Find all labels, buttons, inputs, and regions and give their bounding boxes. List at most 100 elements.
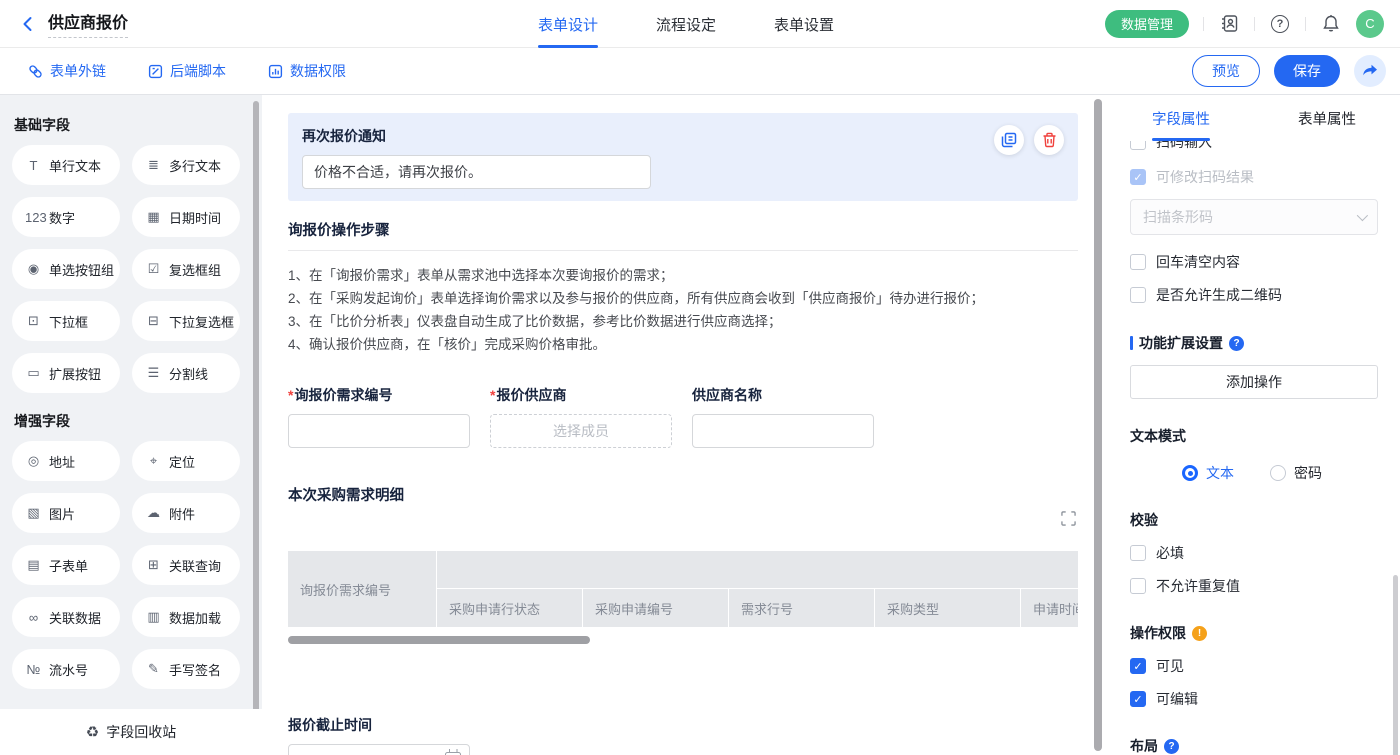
- table-horizontal-scrollbar[interactable]: [288, 636, 590, 644]
- deadline-field[interactable]: 报价截止时间: [288, 715, 1078, 755]
- tab-form-properties[interactable]: 表单属性: [1254, 95, 1400, 141]
- serial-number-icon[interactable]: № 流水号: [12, 649, 120, 689]
- selected-field-notice[interactable]: 再次报价通知: [288, 113, 1078, 201]
- data-manage-button[interactable]: 数据管理: [1105, 10, 1189, 38]
- signature-icon[interactable]: ✎ 手写签名: [132, 649, 240, 689]
- assoc-data-icon[interactable]: ∞ 关联数据: [12, 597, 120, 637]
- clear-on-enter-checkbox[interactable]: 回车清空内容: [1130, 252, 1378, 272]
- help-icon[interactable]: ?: [1229, 336, 1244, 351]
- checkbox-checked-icon: [1130, 658, 1146, 674]
- single-line-text-icon[interactable]: T 单行文本: [12, 145, 120, 185]
- tab-form-design[interactable]: 表单设计: [538, 0, 598, 48]
- validation-title: 校验: [1130, 510, 1378, 530]
- image-icon[interactable]: ▧ 图片: [12, 493, 120, 533]
- validation-checkbox[interactable]: 必填: [1130, 543, 1378, 563]
- form-title-editable[interactable]: 供应商报价: [48, 9, 128, 38]
- field-inquiry-no[interactable]: *询报价需求编号: [288, 385, 470, 448]
- radio-group-icon[interactable]: ◉ 单选按钮组: [12, 249, 120, 289]
- field-supplier-name[interactable]: 供应商名称: [692, 385, 874, 448]
- inquiry-no-input[interactable]: [288, 414, 470, 448]
- table-group-header: [437, 551, 1078, 588]
- top-header: 供应商报价 表单设计 流程设定 表单设置 数据管理 ?: [0, 0, 1400, 48]
- table-column-header: 采购申请行状态: [437, 589, 582, 627]
- tab-form-setting[interactable]: 表单设置: [774, 0, 834, 48]
- field-quote-supplier[interactable]: *报价供应商: [490, 385, 672, 448]
- detail-table: 询报价需求编号 采购申请行状态采购申请编号需求行号采购类型申请时间: [288, 551, 1078, 627]
- data-load-icon[interactable]: ▥ 数据加载: [132, 597, 240, 637]
- back-icon[interactable]: [18, 14, 38, 34]
- assoc-query-icon[interactable]: ⊞ 关联查询: [132, 545, 240, 585]
- table-column-header: 需求行号: [729, 589, 874, 627]
- field-label: 再次报价通知: [302, 126, 1064, 146]
- permission-checkbox[interactable]: 可编辑: [1130, 689, 1378, 709]
- supplier-name-input[interactable]: [692, 414, 874, 448]
- backend-script-link[interactable]: 后端脚本: [148, 61, 226, 81]
- extend-button-icon[interactable]: ▭ 扩展按钮: [12, 353, 120, 393]
- divider-icon[interactable]: ☰ 分割线: [132, 353, 240, 393]
- ext-settings-title: 功能扩展设置: [1139, 333, 1223, 353]
- avatar[interactable]: C: [1356, 10, 1384, 38]
- canvas-scrollbar[interactable]: [1094, 99, 1102, 751]
- delete-field-button[interactable]: [1034, 125, 1064, 155]
- multi-dropdown-icon[interactable]: ⊟ 下拉复选框: [132, 301, 240, 341]
- header-tabs: 表单设计 流程设定 表单设置: [538, 0, 834, 48]
- expand-fullscreen-icon[interactable]: [1061, 511, 1076, 526]
- help-icon[interactable]: ?: [1164, 739, 1179, 754]
- copy-field-button[interactable]: [994, 125, 1024, 155]
- table-column-header: 申请时间: [1021, 589, 1078, 627]
- checkbox-group-icon[interactable]: ☑ 复选框组: [132, 249, 240, 289]
- locate-icon[interactable]: ⌖ 定位: [132, 441, 240, 481]
- form-canvas: 再次报价通知: [262, 95, 1108, 755]
- address-icon[interactable]: ◎ 地址: [12, 441, 120, 481]
- attachment-icon[interactable]: ☁ 附件: [132, 493, 240, 533]
- scan-input-checkbox[interactable]: 扫码输入: [1130, 141, 1378, 152]
- required-asterisk: *: [490, 387, 495, 403]
- radio-password[interactable]: 密码: [1270, 463, 1322, 483]
- steps-list: 1、在「询报价需求」表单从需求池中选择本次要询报价的需求；2、在「采购发起询价」…: [288, 264, 1078, 356]
- clipped-option-row: 扫码输入: [1130, 141, 1378, 154]
- copy-icon: [1001, 132, 1017, 148]
- radio-icon: [1270, 465, 1286, 481]
- notification-bell-icon[interactable]: [1320, 13, 1342, 35]
- deadline-date-input[interactable]: [288, 744, 470, 755]
- step-line: 4、确认报价供应商，在「核价」完成采购价格审批。: [288, 333, 1078, 356]
- subform-icon[interactable]: ▤ 子表单: [12, 545, 120, 585]
- form-external-link[interactable]: 表单外链: [28, 61, 106, 81]
- validation-checkbox[interactable]: 不允许重复值: [1130, 576, 1378, 596]
- table-column-header: 采购申请编号: [583, 589, 728, 627]
- tab-flow-setting[interactable]: 流程设定: [656, 0, 716, 48]
- save-button[interactable]: 保存: [1274, 55, 1340, 87]
- sub-toolbar: 表单外链 后端脚本 数据权限 预览 保存: [0, 48, 1400, 95]
- dropdown-icon[interactable]: ⊡ 下拉框: [12, 301, 120, 341]
- scan-type-select: 扫描条形码: [1130, 199, 1378, 235]
- checkbox-icon: [1130, 545, 1146, 561]
- share-button[interactable]: [1354, 55, 1386, 87]
- supplier-member-picker[interactable]: [490, 414, 672, 448]
- steps-field[interactable]: 询报价操作步骤 1、在「询报价需求」表单从需求池中选择本次要询报价的需求；2、在…: [288, 219, 1078, 356]
- detail-table-title: 本次采购需求明细: [288, 484, 1078, 505]
- number-icon[interactable]: 123 数字: [12, 197, 120, 237]
- add-action-button[interactable]: 添加操作: [1130, 365, 1378, 399]
- data-permission-link[interactable]: 数据权限: [268, 61, 346, 81]
- field-palette-sidebar: 基础字段 T 单行文本 ≣ 多行文本 123 数字: [0, 95, 262, 755]
- notice-input[interactable]: [302, 155, 651, 189]
- field-recycle-bin[interactable]: ♻ 字段回收站: [0, 709, 262, 755]
- allow-qrcode-checkbox[interactable]: 是否允许生成二维码: [1130, 285, 1378, 305]
- help-icon[interactable]: ?: [1269, 13, 1291, 35]
- tab-field-properties[interactable]: 字段属性: [1108, 95, 1254, 141]
- preview-button[interactable]: 预览: [1192, 55, 1260, 87]
- permission-checkbox[interactable]: 可见: [1130, 656, 1378, 676]
- trash-icon: [1042, 132, 1057, 148]
- layout-title: 布局 ?: [1130, 736, 1378, 755]
- multi-line-text-icon[interactable]: ≣ 多行文本: [132, 145, 240, 185]
- panel-scrollbar[interactable]: [1393, 575, 1398, 755]
- datetime-icon[interactable]: ▦ 日期时间: [132, 197, 240, 237]
- section-title-enhanced: 增强字段: [14, 411, 240, 431]
- checkbox-icon: [1130, 578, 1146, 594]
- radio-text[interactable]: 文本: [1182, 463, 1234, 483]
- text-mode-radio-group: 文本 密码: [1130, 463, 1378, 483]
- sidebar-scrollbar[interactable]: [253, 101, 259, 749]
- radio-selected-icon: [1182, 465, 1198, 481]
- contacts-icon[interactable]: [1218, 13, 1240, 35]
- detail-table-field[interactable]: 本次采购需求明细 询报价需求编号 采购申请行状态采购申请编号需求行号采购类型申请…: [288, 484, 1078, 644]
